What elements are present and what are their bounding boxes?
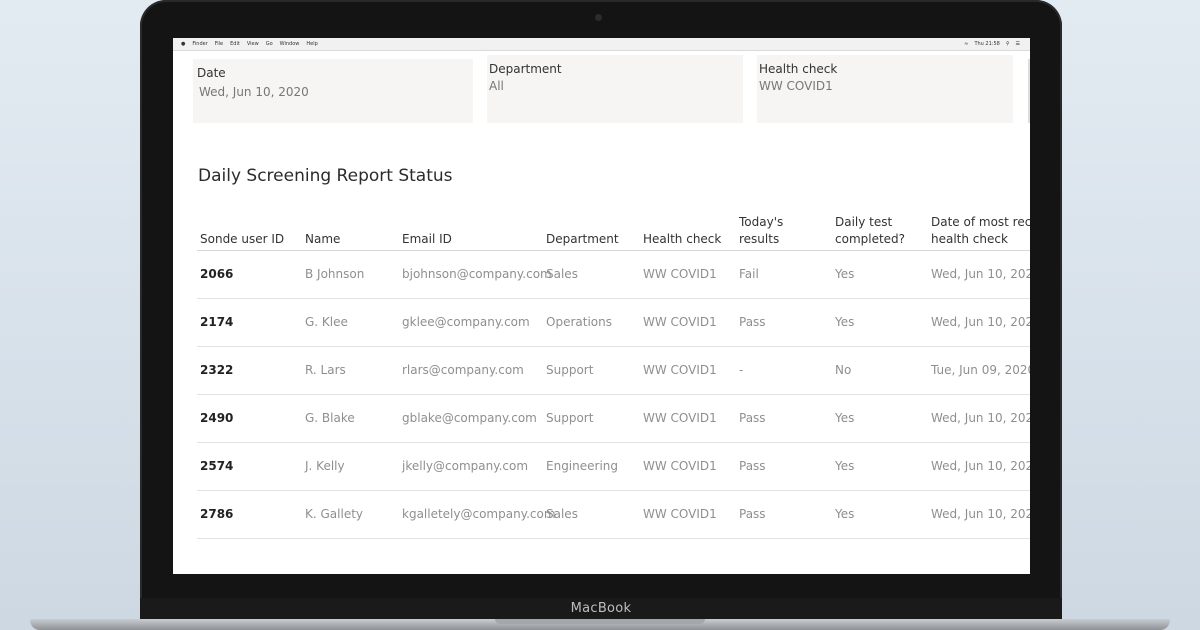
menubar-clock[interactable]: Thu 21:58 [974,41,999,47]
filter-date-value: Wed, Jun 10, 2020 [199,85,309,99]
cell-user-id: 2574 [200,458,234,473]
cell-user-id: 2066 [200,266,234,281]
cell-health-check: WW COVID1 [643,458,717,473]
cell-health-check: WW COVID1 [643,506,717,521]
camera-icon [595,14,602,21]
col-header-name[interactable]: Name [305,231,340,248]
wifi-icon[interactable]: ≈ [964,41,968,47]
cell-test-completed: Yes [835,266,855,281]
report-title: Daily Screening Report Status [198,166,453,186]
cell-recent-check: Wed, Jun 10, 2020 [931,314,1030,329]
search-icon[interactable]: ⚲ [1006,41,1010,47]
cell-department: Sales [546,506,578,521]
cell-recent-check: Wed, Jun 10, 2020 [931,458,1030,473]
cell-name: J. Kelly [305,458,345,473]
col-header-daily-test-completed[interactable]: Daily test completed? [835,214,921,248]
cell-user-id: 2490 [200,410,234,425]
menu-item-file[interactable]: File [215,41,223,47]
cell-department: Sales [546,266,578,281]
cell-email: rlars@company.com [402,362,524,377]
filter-health-check-value: WW COVID1 [759,79,833,93]
cell-health-check: WW COVID1 [643,362,717,377]
filter-department-value: All [489,79,504,93]
cell-test-completed: Yes [835,506,855,521]
cell-test-completed: Yes [835,314,855,329]
menu-item-finder[interactable]: Finder [192,41,207,47]
col-header-todays-results[interactable]: Today's results [739,214,809,248]
cell-recent-check: Wed, Jun 10, 2020 [931,506,1030,521]
col-header-user-id[interactable]: Sonde user ID [200,231,284,248]
filter-date-label: Date [197,66,226,80]
laptop-base-notch [495,619,705,624]
filter-date[interactable]: Date Wed, Jun 10, 2020 [193,59,473,123]
apple-icon[interactable]: ● [181,41,185,47]
menu-item-window[interactable]: Window [280,41,300,47]
col-header-email[interactable]: Email ID [402,231,452,248]
cell-name: G. Klee [305,314,348,329]
cell-department: Operations [546,314,612,329]
cell-recent-check: Wed, Jun 10, 2020 [931,410,1030,425]
col-header-department[interactable]: Department [546,231,619,248]
cell-result: Pass [739,506,766,521]
filter-department[interactable]: Department All [487,55,743,123]
cell-department: Support [546,410,594,425]
cell-email: gklee@company.com [402,314,530,329]
list-icon[interactable]: ☰ [1016,41,1020,47]
cell-user-id: 2174 [200,314,234,329]
cell-email: gblake@company.com [402,410,537,425]
col-header-most-recent-check[interactable]: Date of most recent health check [931,214,1030,248]
table-row[interactable]: 2174 G. Klee gklee@company.com Operations WW… [197,298,1030,347]
table-row[interactable]: 2574 J. Kelly jkelly@company.com Engineerin… [197,442,1030,491]
cell-department: Support [546,362,594,377]
table-row[interactable]: 2490 G. Blake gblake@company.com Support WW … [197,394,1030,443]
cell-name: R. Lars [305,362,346,377]
cell-user-id: 2322 [200,362,234,377]
cell-user-id: 2786 [200,506,234,521]
mac-menu-bar: ● Finder File Edit View Go Window Help ≈… [173,38,1030,51]
laptop-lid: ● Finder File Edit View Go Window Help ≈… [140,0,1062,620]
table-header: Sonde user ID Name Email ID Department H… [197,212,1030,251]
filter-department-label: Department [489,62,562,76]
cell-email: bjohnson@company.com [402,266,552,281]
table-row[interactable]: 2066 B Johnson bjohnson@company.com Sales WW… [197,250,1030,299]
cell-name: B Johnson [305,266,365,281]
menu-item-help[interactable]: Help [306,41,317,47]
cell-name: G. Blake [305,410,355,425]
table-row[interactable]: 2786 K. Gallety kgalletely@company.com Sale… [197,490,1030,539]
cell-result: Pass [739,458,766,473]
cell-health-check: WW COVID1 [643,314,717,329]
cell-health-check: WW COVID1 [643,266,717,281]
cell-recent-check: Tue, Jun 09, 2020 [931,362,1030,377]
screen: ● Finder File Edit View Go Window Help ≈… [173,38,1030,574]
cell-result: Fail [739,266,759,281]
cell-department: Engineering [546,458,618,473]
device-brand: MacBook [570,601,632,616]
cell-recent-check: Wed, Jun 10, 2020 [931,266,1030,281]
cell-email: jkelly@company.com [402,458,529,473]
cell-test-completed: No [835,362,852,377]
cell-result: - [739,362,744,377]
cell-name: K. Gallety [305,506,364,521]
filter-health-check-label: Health check [759,62,838,76]
cell-test-completed: Yes [835,458,855,473]
col-header-health-check[interactable]: Health check [643,231,721,248]
menu-item-view[interactable]: View [247,41,259,47]
cell-result: Pass [739,410,766,425]
menu-item-edit[interactable]: Edit [230,41,240,47]
cell-result: Pass [739,314,766,329]
cell-test-completed: Yes [835,410,855,425]
cell-health-check: WW COVID1 [643,410,717,425]
table-row[interactable]: 2322 R. Lars rlars@company.com Support WW CO… [197,346,1030,395]
cell-email: kgalletely@company.com [402,506,556,521]
menu-item-go[interactable]: Go [266,41,273,47]
filter-health-check[interactable]: Health check WW COVID1 [757,55,1013,123]
filter-next-edge [1028,59,1030,123]
